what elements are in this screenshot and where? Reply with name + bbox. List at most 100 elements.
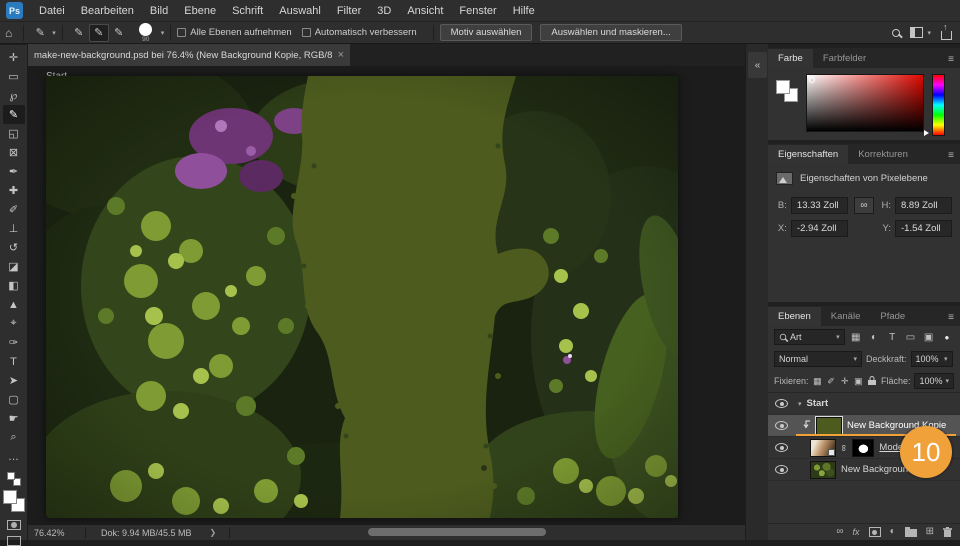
brush-tool[interactable]: ✐ xyxy=(3,200,25,219)
foreground-background-swatches[interactable] xyxy=(776,80,798,102)
layer-group-start[interactable]: ▾ Start xyxy=(768,393,960,415)
panel-menu-icon[interactable]: ≡ xyxy=(948,150,960,164)
tab-pfade[interactable]: Pfade xyxy=(870,307,915,326)
filter-adjustment-layers-icon[interactable]: ◐ xyxy=(867,332,881,343)
menu-schrift[interactable]: Schrift xyxy=(224,0,271,22)
visibility-eye-icon[interactable] xyxy=(775,465,788,474)
menu-fenster[interactable]: Fenster xyxy=(451,0,504,22)
y-field[interactable]: -1.54 Zoll xyxy=(895,220,952,237)
foreground-background-swatches[interactable] xyxy=(3,490,25,512)
edit-toolbar-button[interactable]: … xyxy=(3,447,25,466)
search-icon[interactable] xyxy=(892,29,900,37)
lock-transparency-icon[interactable]: ▦ xyxy=(813,376,823,387)
menu-auswahl[interactable]: Auswahl xyxy=(271,0,329,22)
hand-tool[interactable]: ☛ xyxy=(3,409,25,428)
fill-select[interactable]: 100% ▾ xyxy=(914,373,954,389)
opacity-select[interactable]: 100% ▾ xyxy=(911,351,953,367)
checkbox-icon[interactable] xyxy=(302,28,311,37)
visibility-eye-icon[interactable] xyxy=(775,421,788,430)
eraser-tool[interactable]: ◪ xyxy=(3,257,25,276)
panel-menu-icon[interactable]: ≡ xyxy=(948,312,960,326)
workspace-icon[interactable] xyxy=(910,27,923,38)
selection-brush-tool[interactable]: ✎ xyxy=(3,105,25,124)
layer-thumbnail[interactable] xyxy=(810,439,836,457)
crop-tool[interactable]: ◱ xyxy=(3,124,25,143)
menu-3d[interactable]: 3D xyxy=(369,0,399,22)
checkbox-sample-all-layers[interactable]: Alle Ebenen aufnehmen xyxy=(177,27,291,38)
link-dimensions-icon[interactable]: ∞ xyxy=(854,197,874,214)
type-tool[interactable]: T xyxy=(3,352,25,371)
pen-tool[interactable]: ✑ xyxy=(3,333,25,352)
saturation-brightness-field[interactable] xyxy=(806,74,924,132)
dodge-tool[interactable]: ⌖ xyxy=(3,314,25,333)
layer-filter-select[interactable]: Art ▾ xyxy=(774,329,845,345)
checkbox-auto-enhance[interactable]: Automatisch verbessern xyxy=(302,27,417,38)
lasso-tool[interactable]: ℘ xyxy=(3,86,25,105)
layer-thumbnail[interactable] xyxy=(816,417,842,435)
new-group-icon[interactable] xyxy=(905,529,917,537)
home-icon[interactable]: ⌂ xyxy=(0,26,17,40)
horizontal-scrollbar[interactable] xyxy=(368,528,546,536)
lock-position-icon[interactable]: ✛ xyxy=(840,376,850,387)
default-swatches-icon[interactable] xyxy=(7,472,21,486)
layer-thumbnail[interactable] xyxy=(810,461,836,479)
move-tool[interactable]: ✛ xyxy=(3,48,25,67)
layer-style-fx-icon[interactable]: fx xyxy=(853,527,860,537)
blend-mode-select[interactable]: Normal ▾ xyxy=(774,351,862,367)
visibility-eye-icon[interactable] xyxy=(775,399,788,408)
tab-korrekturen[interactable]: Korrekturen xyxy=(848,145,918,164)
layer-name[interactable]: New Background xyxy=(841,464,913,475)
menu-hilfe[interactable]: Hilfe xyxy=(505,0,543,22)
tool-preset-icon[interactable]: ✎ xyxy=(30,24,50,42)
menu-filter[interactable]: Filter xyxy=(329,0,369,22)
tab-farbe[interactable]: Farbe xyxy=(768,49,813,68)
path-select-tool[interactable]: ➤ xyxy=(3,371,25,390)
menu-datei[interactable]: Datei xyxy=(31,0,73,22)
x-field[interactable]: -2.94 Zoll xyxy=(791,220,848,237)
add-selection-mode-button[interactable]: ✎ xyxy=(89,24,109,42)
document-tab[interactable]: make-new-background.psd bei 76.4% (New B… xyxy=(28,44,350,66)
menu-bild[interactable]: Bild xyxy=(142,0,176,22)
filter-type-layers-icon[interactable]: T xyxy=(885,332,899,343)
hue-slider[interactable] xyxy=(932,74,945,136)
new-selection-mode-button[interactable]: ✎ xyxy=(69,24,89,42)
link-layers-icon[interactable]: ∞ xyxy=(836,527,843,537)
panel-menu-icon[interactable]: ≡ xyxy=(948,54,960,68)
canvas-image[interactable] xyxy=(46,76,678,518)
menu-ebene[interactable]: Ebene xyxy=(176,0,224,22)
delete-layer-icon[interactable] xyxy=(943,527,952,537)
zoom-tool[interactable]: ⌕ xyxy=(3,428,25,447)
tab-eigenschaften[interactable]: Eigenschaften xyxy=(768,145,848,164)
zoom-level-field[interactable]: 76.42% xyxy=(34,528,80,538)
frame-tool[interactable]: ⊠ xyxy=(3,143,25,162)
menu-ansicht[interactable]: Ansicht xyxy=(399,0,451,22)
tab-kanaele[interactable]: Kanäle xyxy=(821,307,871,326)
share-icon[interactable]: ↑ xyxy=(941,31,952,40)
marquee-tool[interactable]: ▭ xyxy=(3,67,25,86)
adjustment-layer-icon[interactable]: ◐ xyxy=(890,527,896,537)
visibility-eye-icon[interactable] xyxy=(775,443,788,452)
lock-paint-icon[interactable]: ✐ xyxy=(826,376,836,387)
group-chevron-icon[interactable]: ▾ xyxy=(798,400,802,408)
add-mask-icon[interactable] xyxy=(869,527,881,537)
mask-link-icon[interactable]: ∞ xyxy=(839,444,849,450)
eyedropper-tool[interactable]: ✒ xyxy=(3,162,25,181)
clone-stamp-tool[interactable]: ⊥ xyxy=(3,219,25,238)
height-field[interactable]: 8.89 Zoll xyxy=(895,197,952,214)
width-field[interactable]: 13.33 Zoll xyxy=(791,197,848,214)
gradient-tool[interactable]: ◧ xyxy=(3,276,25,295)
new-layer-icon[interactable]: ⊞ xyxy=(926,527,934,537)
history-brush-tool[interactable]: ↺ xyxy=(3,238,25,257)
brush-size-picker[interactable]: 90 xyxy=(133,22,159,44)
filter-smart-objects-icon[interactable]: ▣ xyxy=(922,332,936,343)
menu-bearbeiten[interactable]: Bearbeiten xyxy=(73,0,142,22)
quick-mask-button[interactable] xyxy=(7,520,21,530)
tab-farbfelder[interactable]: Farbfelder xyxy=(813,49,876,68)
chevron-down-icon[interactable]: ▾ xyxy=(161,29,165,37)
filter-shape-layers-icon[interactable]: ▭ xyxy=(903,332,917,343)
hue-slider-pointer[interactable] xyxy=(924,130,929,136)
healing-brush-tool[interactable]: ✚ xyxy=(3,181,25,200)
filter-pixel-layers-icon[interactable]: ▦ xyxy=(849,332,863,343)
expand-panels-button[interactable]: « xyxy=(748,52,767,78)
layer-mask-thumbnail[interactable] xyxy=(852,439,874,457)
